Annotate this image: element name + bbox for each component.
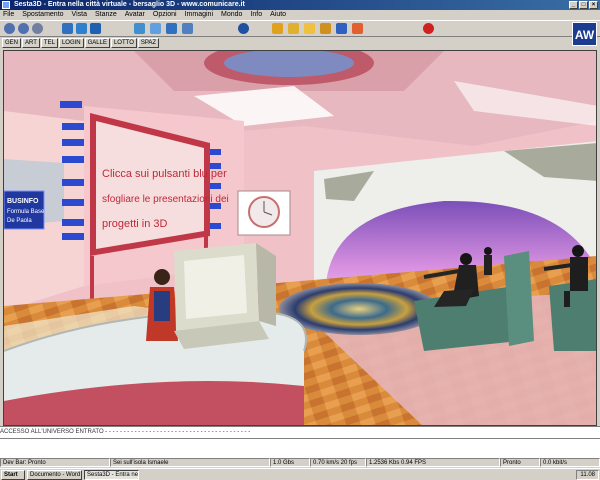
blue-presentation-button: [62, 233, 84, 240]
mail-icon[interactable]: [320, 23, 331, 34]
people-icon[interactable]: [166, 23, 177, 34]
home-icon[interactable]: [32, 23, 43, 34]
blue-presentation-button: [62, 139, 84, 146]
billboard-line-1: Clicca sui pulsanti blu per: [102, 168, 227, 180]
world-icon[interactable]: [90, 23, 101, 34]
menu-mondo[interactable]: Mondo: [221, 10, 242, 20]
status-throughput: 0.0 kbit/s: [540, 458, 600, 467]
close-button[interactable]: ×: [589, 1, 598, 9]
menu-spostamento[interactable]: Spostamento: [22, 10, 63, 20]
app-window: Sesta3D - Entra nella città virtuale - b…: [0, 0, 600, 480]
tab-art[interactable]: ART: [22, 38, 40, 48]
blue-presentation-button: [209, 223, 221, 229]
menu-immagini[interactable]: Immagini: [185, 10, 213, 20]
status-fps: 1.2536 Kbs 0.94 FPS: [366, 458, 500, 467]
main-toolbar: [0, 20, 600, 37]
3d-viewport[interactable]: BUSINFO Formula Base De Paola Clicca sui…: [3, 50, 597, 426]
minimize-button[interactable]: _: [569, 1, 578, 9]
message-text: ACCESSO ALL'UNIVERSO ENTRATO - - - - - -…: [0, 429, 251, 435]
activeworlds-logo: AW: [572, 22, 597, 46]
taskbar: Start Documento - Word Sesta3D - Entra n…: [0, 468, 600, 480]
side-sign-line-3: De Paola: [7, 218, 32, 224]
status-bar: Dev Bar: Pronto Sei sull'isola Ismaele 1…: [0, 458, 600, 468]
globe-icon[interactable]: [238, 23, 249, 34]
chat-input[interactable]: [0, 438, 600, 458]
avatar-standing: [484, 247, 492, 275]
menu-avatar[interactable]: Avatar: [125, 10, 145, 20]
task-button-word[interactable]: Documento - Word: [27, 469, 82, 480]
help-icon[interactable]: [336, 23, 347, 34]
app-icon: [2, 1, 10, 9]
blue-presentation-button: [62, 219, 84, 226]
status-devbar: Dev Bar: Pronto: [0, 458, 110, 467]
menu-vista[interactable]: Vista: [72, 10, 87, 20]
menu-opzioni[interactable]: Opzioni: [153, 10, 177, 20]
tab-spaz[interactable]: SPAZ: [137, 38, 160, 48]
task-button-sesta3d[interactable]: Sesta3D - Entra nella città: [84, 469, 139, 480]
menu-aiuto[interactable]: Aiuto: [270, 10, 286, 20]
blue-presentation-button: [60, 101, 82, 108]
star-icon[interactable]: [272, 23, 283, 34]
3d-scene: BUSINFO Formula Base De Paola Clicca sui…: [4, 51, 596, 425]
avatar-icon[interactable]: [76, 23, 87, 34]
menu-bar: File Spostamento Vista Stanze Avatar Opz…: [0, 10, 600, 20]
tab-tel[interactable]: TEL: [40, 38, 58, 48]
side-sign-line-1: BUSINFO: [7, 198, 39, 205]
tab-login[interactable]: LOGIN: [58, 38, 84, 48]
tab-lotto[interactable]: LOTTO: [110, 38, 137, 48]
blue-presentation-button: [209, 149, 221, 155]
maximize-button[interactable]: □: [579, 1, 588, 9]
menu-file[interactable]: File: [3, 10, 14, 20]
favorite-icon[interactable]: [288, 23, 299, 34]
gesture-icon[interactable]: [134, 23, 145, 34]
teleport-icon[interactable]: [150, 23, 161, 34]
status-bandwidth: 1.0 Gbs: [270, 458, 310, 467]
blue-presentation-button: [62, 123, 84, 130]
status-ready: Pronto: [500, 458, 540, 467]
status-location: Sei sull'isola Ismaele: [110, 458, 270, 467]
forward-icon[interactable]: [18, 23, 29, 34]
blue-presentation-button: [62, 179, 84, 186]
location-toolbar: GEN ART TEL LOGIN GALLE LOTTO SPAZ: [0, 37, 600, 49]
status-speed: 0.70 km/s 20 fps: [310, 458, 366, 467]
settings-icon[interactable]: [352, 23, 363, 34]
tab-gen[interactable]: GEN: [2, 38, 22, 48]
close-icon[interactable]: [423, 23, 434, 34]
title-bar[interactable]: Sesta3D - Entra nella città virtuale - b…: [0, 0, 600, 10]
computer-monitor: [174, 243, 276, 349]
chat-icon[interactable]: [182, 23, 193, 34]
tab-galle[interactable]: GALLE: [84, 38, 110, 48]
system-tray-clock: 11.08: [576, 469, 599, 480]
billboard-line-3: progetti in 3D: [102, 218, 167, 230]
start-button[interactable]: Start: [1, 469, 25, 480]
menu-stanze[interactable]: Stanze: [95, 10, 117, 20]
back-icon[interactable]: [4, 23, 15, 34]
folder-icon[interactable]: [304, 23, 315, 34]
menu-info[interactable]: Info: [250, 10, 262, 20]
camera-icon[interactable]: [62, 23, 73, 34]
blue-presentation-button: [209, 183, 221, 189]
side-sign-line-2: Formula Base: [7, 209, 45, 215]
blue-presentation-button: [62, 156, 84, 163]
billboard-line-2: sfogliare le presentazioni dei: [102, 194, 229, 205]
blue-presentation-button: [62, 199, 84, 206]
window-title: Sesta3D - Entra nella città virtuale - b…: [14, 1, 245, 8]
